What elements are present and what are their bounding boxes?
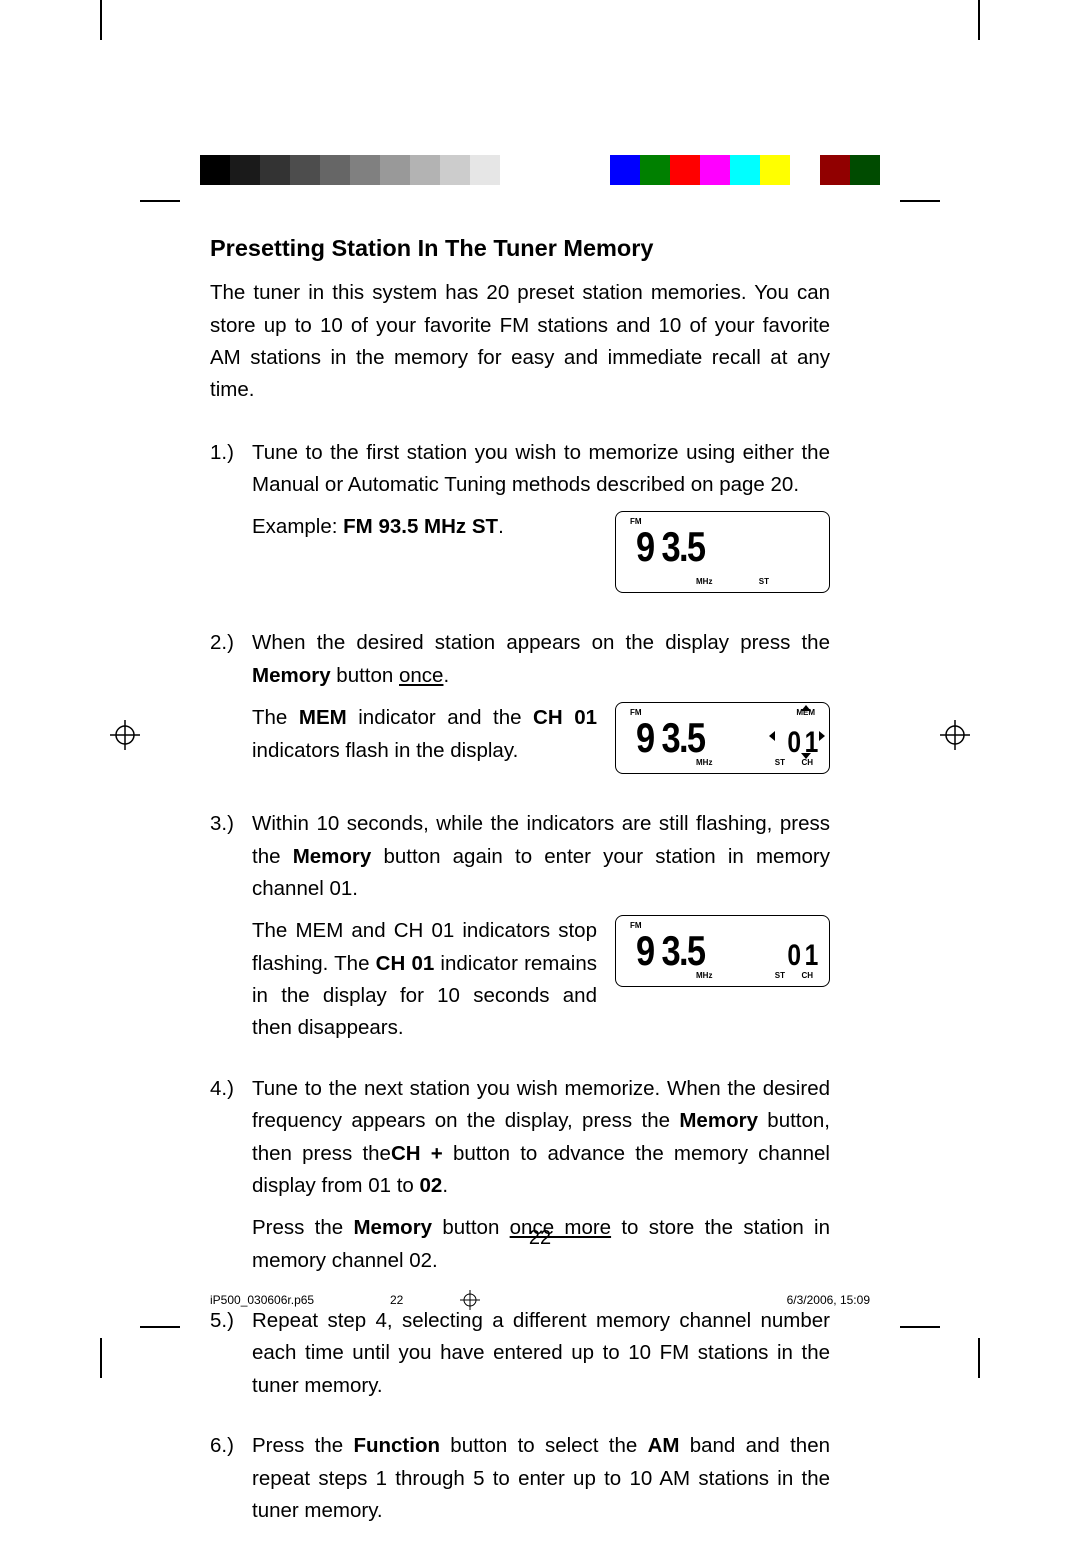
gray-swatch bbox=[500, 155, 530, 185]
gray-swatch bbox=[470, 155, 500, 185]
gray-swatch bbox=[290, 155, 320, 185]
lcd-frequency: 9 3.5 bbox=[636, 930, 704, 972]
step-text-bold: FM 93.5 MHz ST bbox=[343, 515, 498, 538]
step-text: The bbox=[252, 706, 299, 729]
lcd-example-3: FM 9 3.5 0 1 MHz ST CH bbox=[615, 915, 830, 987]
gray-swatch bbox=[380, 155, 410, 185]
step-text-bold: Memory bbox=[293, 845, 372, 868]
lcd-frequency: 9 3.5 bbox=[636, 526, 704, 568]
flash-arrow-icon bbox=[819, 731, 825, 741]
step-text: indicators flash in the display. bbox=[252, 739, 518, 762]
crop-mark-icon bbox=[900, 200, 940, 202]
lcd-mhz-label: MHz bbox=[696, 757, 712, 770]
registration-mark-icon bbox=[110, 720, 140, 755]
footer-page: 22 bbox=[390, 1293, 450, 1307]
step-text: Press the bbox=[252, 1434, 353, 1457]
calibration-bars bbox=[200, 155, 880, 185]
crop-mark-icon bbox=[978, 0, 980, 40]
step-text-bold: 02 bbox=[420, 1174, 443, 1197]
step-number: 6.) bbox=[210, 1430, 234, 1462]
step-text-underline: once bbox=[399, 664, 443, 687]
step-text-bold: Function bbox=[353, 1434, 440, 1457]
gray-swatch bbox=[440, 155, 470, 185]
crop-mark-icon bbox=[100, 1338, 102, 1378]
crop-mark-icon bbox=[978, 1338, 980, 1378]
lcd-example-2: FM MEM 9 3.5 0 1 MHz ST CH bbox=[615, 702, 830, 774]
lcd-ch-label: CH bbox=[801, 970, 813, 983]
lcd-mhz-label: MHz bbox=[696, 576, 712, 589]
gray-swatch bbox=[320, 155, 350, 185]
color-swatch bbox=[820, 155, 850, 185]
color-swatch bbox=[760, 155, 790, 185]
step-text: . bbox=[498, 515, 504, 538]
color-swatch bbox=[730, 155, 760, 185]
step-text: button to select the bbox=[440, 1434, 648, 1457]
step-text-bold: CH + bbox=[391, 1142, 443, 1165]
crop-mark-icon bbox=[100, 0, 102, 40]
lcd-st-label: ST bbox=[759, 576, 769, 589]
step-text: When the desired station appears on the … bbox=[252, 631, 830, 654]
step-6: 6.) Press the Function button to select … bbox=[210, 1430, 830, 1527]
flash-arrow-icon bbox=[769, 731, 775, 741]
gray-swatch bbox=[200, 155, 230, 185]
step-text-bold: AM bbox=[648, 1434, 680, 1457]
lcd-st-label: ST bbox=[775, 970, 785, 983]
intro-paragraph: The tuner in this system has 20 preset s… bbox=[210, 277, 830, 407]
print-footer: iP500_030606r.p65 22 6/3/2006, 15:09 bbox=[210, 1290, 870, 1310]
gray-swatch bbox=[350, 155, 380, 185]
page: Presetting Station In The Tuner Memory T… bbox=[0, 0, 1080, 1528]
color-swatch bbox=[640, 155, 670, 185]
step-text-bold: Memory bbox=[679, 1109, 758, 1132]
gray-swatch bbox=[260, 155, 290, 185]
footer-filename: iP500_030606r.p65 bbox=[210, 1293, 390, 1307]
lcd-frequency: 9 3.5 bbox=[636, 717, 704, 759]
step-text: indicator and the bbox=[347, 706, 533, 729]
footer-timestamp: 6/3/2006, 15:09 bbox=[787, 1293, 870, 1307]
flash-arrow-icon bbox=[801, 705, 811, 711]
step-text-bold: CH 01 bbox=[533, 706, 597, 729]
color-swatch bbox=[670, 155, 700, 185]
step-number: 4.) bbox=[210, 1073, 234, 1105]
step-text: button bbox=[331, 664, 399, 687]
page-title: Presetting Station In The Tuner Memory bbox=[210, 230, 830, 267]
color-swatch bbox=[790, 155, 820, 185]
page-number: 22 bbox=[0, 1227, 1080, 1250]
step-number: 1.) bbox=[210, 437, 234, 469]
color-swatch bbox=[700, 155, 730, 185]
step-2: 2.) When the desired station appears on … bbox=[210, 627, 830, 780]
crop-mark-icon bbox=[140, 200, 180, 202]
flash-arrow-icon bbox=[801, 753, 811, 759]
step-text-bold: CH 01 bbox=[376, 952, 435, 975]
registration-mark-icon bbox=[450, 1290, 490, 1310]
step-text: Tune to the first station you wish to me… bbox=[252, 441, 830, 496]
registration-mark-icon bbox=[940, 720, 970, 755]
step-text: Example: bbox=[252, 515, 343, 538]
step-text-bold: MEM bbox=[299, 706, 347, 729]
step-text: . bbox=[442, 1174, 448, 1197]
color-swatch bbox=[610, 155, 640, 185]
step-number: 3.) bbox=[210, 808, 234, 840]
step-1: 1.) Tune to the first station you wish t… bbox=[210, 437, 830, 600]
lcd-example-1: FM 9 3.5 MHz ST bbox=[615, 511, 830, 593]
step-number: 2.) bbox=[210, 627, 234, 659]
lcd-st-label: ST bbox=[775, 757, 785, 770]
color-swatch bbox=[850, 155, 880, 185]
gray-swatch bbox=[230, 155, 260, 185]
step-3: 3.) Within 10 seconds, while the indicat… bbox=[210, 808, 830, 1045]
lcd-mhz-label: MHz bbox=[696, 970, 712, 983]
step-text-bold: Memory bbox=[252, 664, 331, 687]
step-text: . bbox=[443, 664, 449, 687]
gray-swatch bbox=[410, 155, 440, 185]
